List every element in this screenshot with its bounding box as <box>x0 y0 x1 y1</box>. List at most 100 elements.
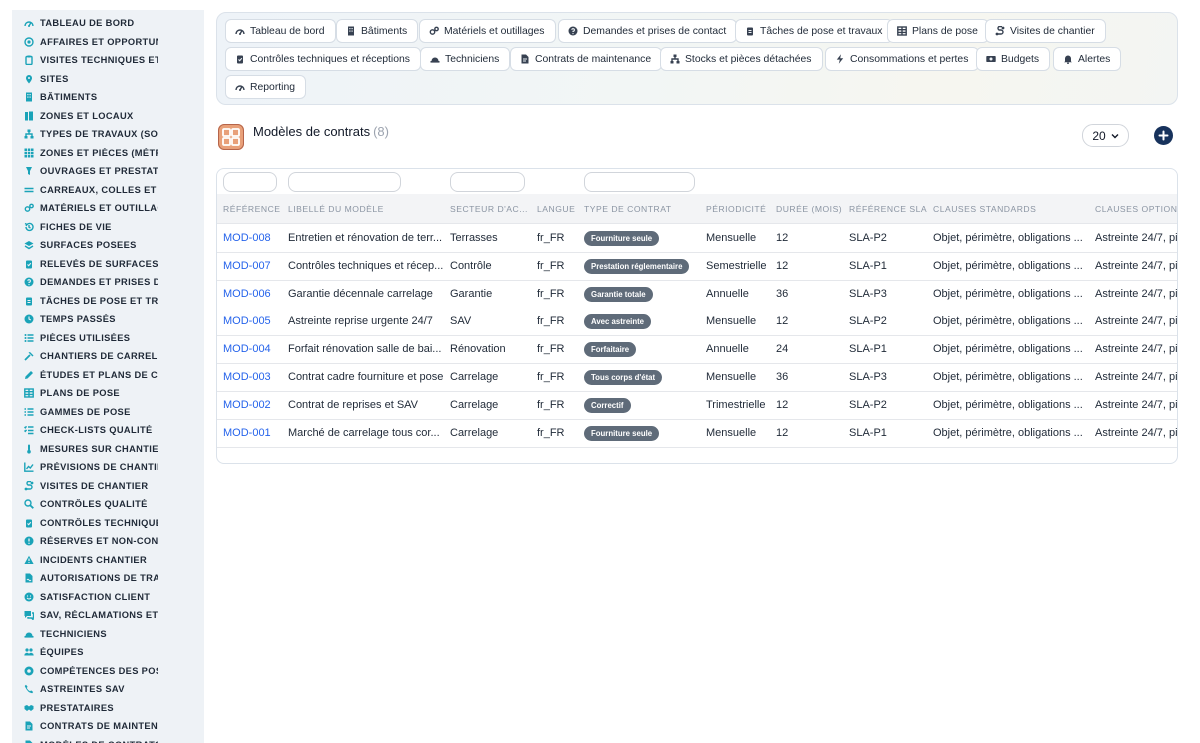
table-row[interactable]: MOD-004 Forfait rénovation salle de bai..… <box>217 336 1177 365</box>
reference-link[interactable]: MOD-001 <box>223 420 283 447</box>
shortcut-button[interactable]: Reporting <box>225 75 307 99</box>
column-header[interactable]: DURÉE (MOIS) <box>776 194 846 224</box>
cell-period: Mensuelle <box>706 371 757 383</box>
sidebar-item-label: TEMPS PASSÉS <box>40 314 116 325</box>
sidebar-item-label: CONTRÔLES TECHNIQUES <box>40 517 158 528</box>
sidebar-item[interactable]: CARREAUX, COLLES ET JOINTS <box>12 181 204 200</box>
sidebar-item[interactable]: COMPÉTENCES DES POSEURS <box>12 662 204 681</box>
table-row[interactable]: MOD-007 Contrôles techniques et récep... C… <box>217 252 1177 281</box>
sidebar-item[interactable]: SURFACES POSEES <box>12 236 204 255</box>
shortcut-button[interactable]: Stocks et pièces détachées <box>660 47 823 71</box>
reference-link[interactable]: MOD-004 <box>223 336 283 363</box>
add-record-button[interactable] <box>1154 126 1173 145</box>
shortcut-button[interactable]: Contrats de maintenance <box>510 47 663 71</box>
sidebar-item[interactable]: CHANTIERS DE CARRELAGE <box>12 347 204 366</box>
shortcut-button[interactable]: Plans de pose <box>887 19 989 43</box>
reference-link[interactable]: MOD-007 <box>223 253 283 280</box>
sidebar-item[interactable]: DEMANDES ET PRISES DE CONTACT <box>12 273 204 292</box>
filter-reference-input[interactable] <box>223 172 277 192</box>
sidebar-item[interactable]: SAV, RÉCLAMATIONS ET GARANTIES <box>12 606 204 625</box>
shortcut-button[interactable]: Tâches de pose et travaux <box>735 19 894 43</box>
reference-link[interactable]: MOD-005 <box>223 308 283 335</box>
sidebar-item[interactable]: SATISFACTION CLIENT <box>12 588 204 607</box>
shortcut-button[interactable]: Demandes et prises de contact <box>558 19 738 43</box>
sidebar-item[interactable]: AUTORISATIONS DE TRAVAUX <box>12 569 204 588</box>
sidebar-item[interactable]: CONTRATS DE MAINTENANCE <box>12 717 204 736</box>
shortcut-button[interactable]: Visites de chantier <box>985 19 1106 43</box>
map-pin-icon <box>24 74 34 84</box>
filter-type-input[interactable] <box>584 172 695 192</box>
route-icon <box>995 26 1010 36</box>
sidebar-item[interactable]: CONTRÔLES TECHNIQUES <box>12 514 204 533</box>
sidebar-item[interactable]: VISITES DE CHANTIER <box>12 477 204 496</box>
sidebar-item[interactable]: MESURES SUR CHANTIER <box>12 440 204 459</box>
sidebar-item[interactable]: PRÉVISIONS DE CHANTIER <box>12 458 204 477</box>
sidebar-item[interactable]: TEMPS PASSÉS <box>12 310 204 329</box>
sidebar-item-label: MATÉRIELS ET OUTILLAGES <box>40 203 158 214</box>
sidebar-item[interactable]: ZONES ET LOCAUX <box>12 107 204 126</box>
column-header[interactable]: CLAUSES STANDARDS <box>933 194 1088 224</box>
shortcut-button[interactable]: Contrôles techniques et réceptions <box>225 47 421 71</box>
shortcut-button[interactable]: Tableau de bord <box>225 19 336 43</box>
sidebar-item[interactable]: AFFAIRES ET OPPORTUNITÉS <box>12 33 204 52</box>
reference-link[interactable]: MOD-006 <box>223 281 283 308</box>
sidebar-item-label: OUVRAGES ET PRESTATIONS <box>40 166 158 177</box>
table-row[interactable]: MOD-005 Astreinte reprise urgente 24/7 SAV… <box>217 308 1177 337</box>
sidebar-item[interactable]: ZONES ET PIÈCES (MÉTRÉS) <box>12 144 204 163</box>
sidebar-item[interactable]: TÂCHES DE POSE ET TRAVAUX <box>12 292 204 311</box>
sidebar-item[interactable]: TABLEAU DE BORD <box>12 14 204 33</box>
sidebar-item[interactable]: MATÉRIELS ET OUTILLAGES <box>12 199 204 218</box>
handshake-icon <box>24 703 34 713</box>
sidebar-item[interactable]: ASTREINTES SAV <box>12 680 204 699</box>
column-header[interactable]: CLAUSES OPTIONNELLES <box>1095 194 1177 224</box>
table-row[interactable]: MOD-002 Contrat de reprises et SAV Carrela… <box>217 392 1177 420</box>
reference-link[interactable]: MOD-008 <box>223 225 283 252</box>
sidebar-item[interactable]: FICHES DE VIE <box>12 218 204 237</box>
column-header[interactable]: TYPE DE CONTRAT <box>584 194 699 224</box>
sidebar-item[interactable]: PIÈCES UTILISÉES <box>12 329 204 348</box>
table-row[interactable]: MOD-006 Garantie décennale carrelage Garan… <box>217 281 1177 309</box>
column-header[interactable]: LANGUE <box>537 194 579 224</box>
sidebar-item[interactable]: ÉQUIPES <box>12 643 204 662</box>
table-row[interactable]: MOD-008 Entretien et rénovation de terr..… <box>217 225 1177 253</box>
shortcut-button[interactable]: Matériels et outillages <box>419 19 556 43</box>
shortcut-button[interactable]: Consommations et pertes <box>825 47 980 71</box>
sidebar-item[interactable]: RÉSERVES ET NON-CONFORMITÉS <box>12 532 204 551</box>
sidebar-item[interactable]: GAMMES DE POSE <box>12 403 204 422</box>
sidebar-item[interactable]: SITES <box>12 70 204 89</box>
sidebar-item[interactable]: RELEVÉS DE SURFACES <box>12 255 204 274</box>
sidebar-item[interactable]: BÂTIMENTS <box>12 88 204 107</box>
column-header[interactable]: LIBELLÉ DU MODÈLE <box>288 194 443 224</box>
column-header[interactable]: SECTEUR D'AC... <box>450 194 530 224</box>
sidebar-item[interactable]: TYPES DE TRAVAUX (SOLS, MURS) <box>12 125 204 144</box>
shortcut-button[interactable]: Bâtiments <box>336 19 419 43</box>
filter-sector-input[interactable] <box>450 172 525 192</box>
table-row[interactable]: MOD-003 Contrat cadre fourniture et pose C… <box>217 364 1177 392</box>
column-header[interactable]: PÉRIODICITÉ <box>706 194 774 224</box>
cell-lang: fr_FR <box>537 426 565 439</box>
sidebar-item[interactable]: ÉTUDES ET PLANS DE CALEPINAGE <box>12 366 204 385</box>
shortcut-button[interactable]: Budgets <box>976 47 1051 71</box>
shortcut-button[interactable]: Alertes <box>1053 47 1122 71</box>
shortcut-button[interactable]: Techniciens <box>420 47 511 71</box>
chart-icon <box>24 462 34 473</box>
filter-label-input[interactable] <box>288 172 401 192</box>
hard-hat-icon <box>430 54 445 64</box>
reference-link[interactable]: MOD-003 <box>223 364 283 391</box>
sidebar-item[interactable]: TECHNICIENS <box>12 625 204 644</box>
sidebar-item[interactable]: OUVRAGES ET PRESTATIONS <box>12 162 204 181</box>
sidebar-item[interactable]: PLANS DE POSE <box>12 384 204 403</box>
page-size-select[interactable]: 20 <box>1082 124 1129 147</box>
sidebar-item[interactable]: CONTRÔLES QUALITÉ <box>12 495 204 514</box>
column-header[interactable]: RÉFÉRENCE SLA <box>849 194 929 224</box>
sidebar-item[interactable]: CHECK-LISTS QUALITÉ <box>12 421 204 440</box>
sidebar-item[interactable]: MODÈLES DE CONTRATS <box>12 736 204 743</box>
sidebar-item[interactable]: PRESTATAIRES <box>12 699 204 718</box>
page-title-text: Modèles de contrats <box>253 124 371 139</box>
sidebar-item[interactable]: INCIDENTS CHANTIER <box>12 551 204 570</box>
column-header[interactable]: RÉFÉRENCE <box>223 194 283 224</box>
table-row[interactable]: MOD-001 Marché de carrelage tous cor... Ca… <box>217 419 1177 448</box>
sidebar-item[interactable]: VISITES TECHNIQUES ET MÉTRÉS <box>12 51 204 70</box>
reference-link[interactable]: MOD-002 <box>223 392 283 419</box>
pencil-ruler-icon <box>24 370 34 380</box>
